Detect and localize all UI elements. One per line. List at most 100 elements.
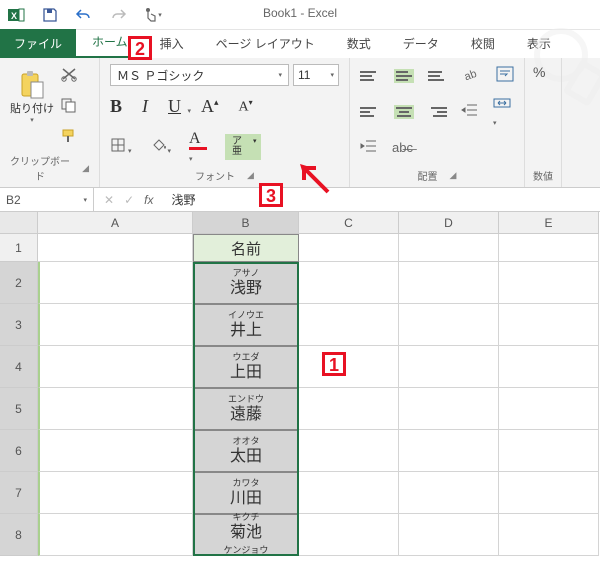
underline-button[interactable]: U [168,96,181,117]
cell[interactable]: アサノ浅野 [193,262,299,304]
cell[interactable] [38,234,193,262]
align-middle-icon[interactable] [394,69,414,83]
cell[interactable] [399,430,499,472]
cell[interactable] [299,388,399,430]
enter-formula-icon[interactable]: ✓ [124,193,134,207]
cell[interactable]: ウエダ上田 [193,346,299,388]
cell[interactable] [299,234,399,262]
select-all-cell[interactable] [0,212,38,234]
cell[interactable] [399,388,499,430]
decrease-indent-button[interactable] [461,102,479,121]
column-header[interactable]: D [399,212,499,234]
redo-icon[interactable] [108,5,128,25]
cell[interactable] [38,346,193,388]
cell[interactable] [499,430,599,472]
row-header[interactable]: 5 [0,388,38,430]
cell[interactable] [299,262,399,304]
cell[interactable] [299,346,399,388]
cell[interactable] [499,262,599,304]
dialog-launcher-icon[interactable]: ◢ [82,163,89,174]
align-bottom-icon[interactable] [428,69,448,83]
bold-button[interactable]: B [110,96,122,117]
align-top-icon[interactable] [360,69,380,83]
tab-formulas[interactable]: 数式 [331,29,387,58]
cell[interactable] [299,304,399,346]
dialog-launcher-icon[interactable]: ◢ [450,170,457,181]
cell[interactable] [38,514,193,556]
cut-icon[interactable] [60,66,78,85]
cell[interactable]: オオタ太田 [193,430,299,472]
touch-mode-icon[interactable]: ▾ [142,5,162,25]
cell[interactable] [38,304,193,346]
row-header[interactable]: 7 [0,472,38,514]
column-header[interactable]: B [193,212,299,234]
formula-bar-value[interactable]: 浅野 [163,191,203,208]
column-header[interactable]: A [38,212,193,234]
copy-icon[interactable] [60,97,78,116]
cell[interactable]: イノウエ井上 [193,304,299,346]
cell[interactable] [38,430,193,472]
cell[interactable] [399,234,499,262]
cell[interactable] [38,472,193,514]
undo-icon[interactable] [74,5,94,25]
cell[interactable] [399,304,499,346]
wrap-text-button[interactable] [496,66,514,85]
column-header[interactable]: C [299,212,399,234]
cell[interactable] [38,388,193,430]
tab-insert[interactable]: 挿入 [144,29,200,58]
cell[interactable] [399,472,499,514]
phonetic-guide-dropdown[interactable]: ▾ [249,134,261,160]
cell[interactable] [499,388,599,430]
orientation-button[interactable]: ab [462,66,482,85]
format-painter-icon[interactable] [60,128,78,147]
cell[interactable] [499,234,599,262]
cell[interactable] [499,472,599,514]
row-header[interactable]: 6 [0,430,38,472]
cancel-formula-icon[interactable]: ✕ [104,193,114,207]
tab-review[interactable]: 校閲 [455,29,511,58]
column-header[interactable]: E [499,212,599,234]
increase-indent-button[interactable] [360,138,378,157]
cell[interactable]: 名前 [193,234,299,262]
cell[interactable]: エンドウ遠藤 [193,388,299,430]
percent-button[interactable]: % [533,64,553,80]
align-center-icon[interactable] [394,105,414,119]
cell[interactable] [499,346,599,388]
row-header[interactable]: 8 [0,514,38,556]
font-name-combo[interactable]: ＭＳ Ｐゴシック▾ [110,64,289,86]
phonetic-guide-button[interactable]: ア 亜 [225,134,249,160]
tab-pagelayout[interactable]: ページ レイアウト [200,29,331,58]
cell[interactable] [38,262,193,304]
font-size-combo[interactable]: 11▾ [293,64,339,86]
borders-button[interactable]: ▾ [110,137,132,156]
save-icon[interactable] [40,5,60,25]
text-control-button[interactable]: ab̶c̶ [392,140,413,155]
row-header[interactable]: 1 [0,234,38,262]
worksheet-grid[interactable]: ABCDE 1 名前 2 アサノ浅野 3 イノウエ井上 4 ウエダ上田 5 エンドウ遠藤 6 オオタ太田… [0,212,600,556]
cell[interactable] [299,472,399,514]
tab-data[interactable]: データ [387,29,455,58]
cell[interactable] [299,514,399,556]
cell[interactable] [499,514,599,556]
cell[interactable]: カワタ川田 [193,472,299,514]
row-header[interactable]: 4 [0,346,38,388]
italic-button[interactable]: I [142,96,148,117]
align-left-icon[interactable] [360,105,380,119]
merge-center-button[interactable]: ▾ [493,95,514,128]
paste-button[interactable]: 貼り付け ▾ [10,64,54,130]
grow-font-button[interactable]: A▴ [201,96,219,117]
cell[interactable] [399,346,499,388]
insert-function-button[interactable]: fx [144,193,153,207]
align-right-icon[interactable] [428,105,448,119]
name-box[interactable]: B2▾ [0,188,94,211]
font-color-button[interactable]: A▾ [189,130,207,164]
cell[interactable]: キクチ菊池ケンジョウ [193,514,299,556]
tab-file[interactable]: ファイル [0,29,76,58]
row-header[interactable]: 3 [0,304,38,346]
dialog-launcher-icon[interactable]: ◢ [247,170,254,181]
cell[interactable] [399,514,499,556]
cell[interactable] [299,430,399,472]
cell[interactable] [399,262,499,304]
row-header[interactable]: 2 [0,262,38,304]
shrink-font-button[interactable]: A▾ [239,98,253,116]
